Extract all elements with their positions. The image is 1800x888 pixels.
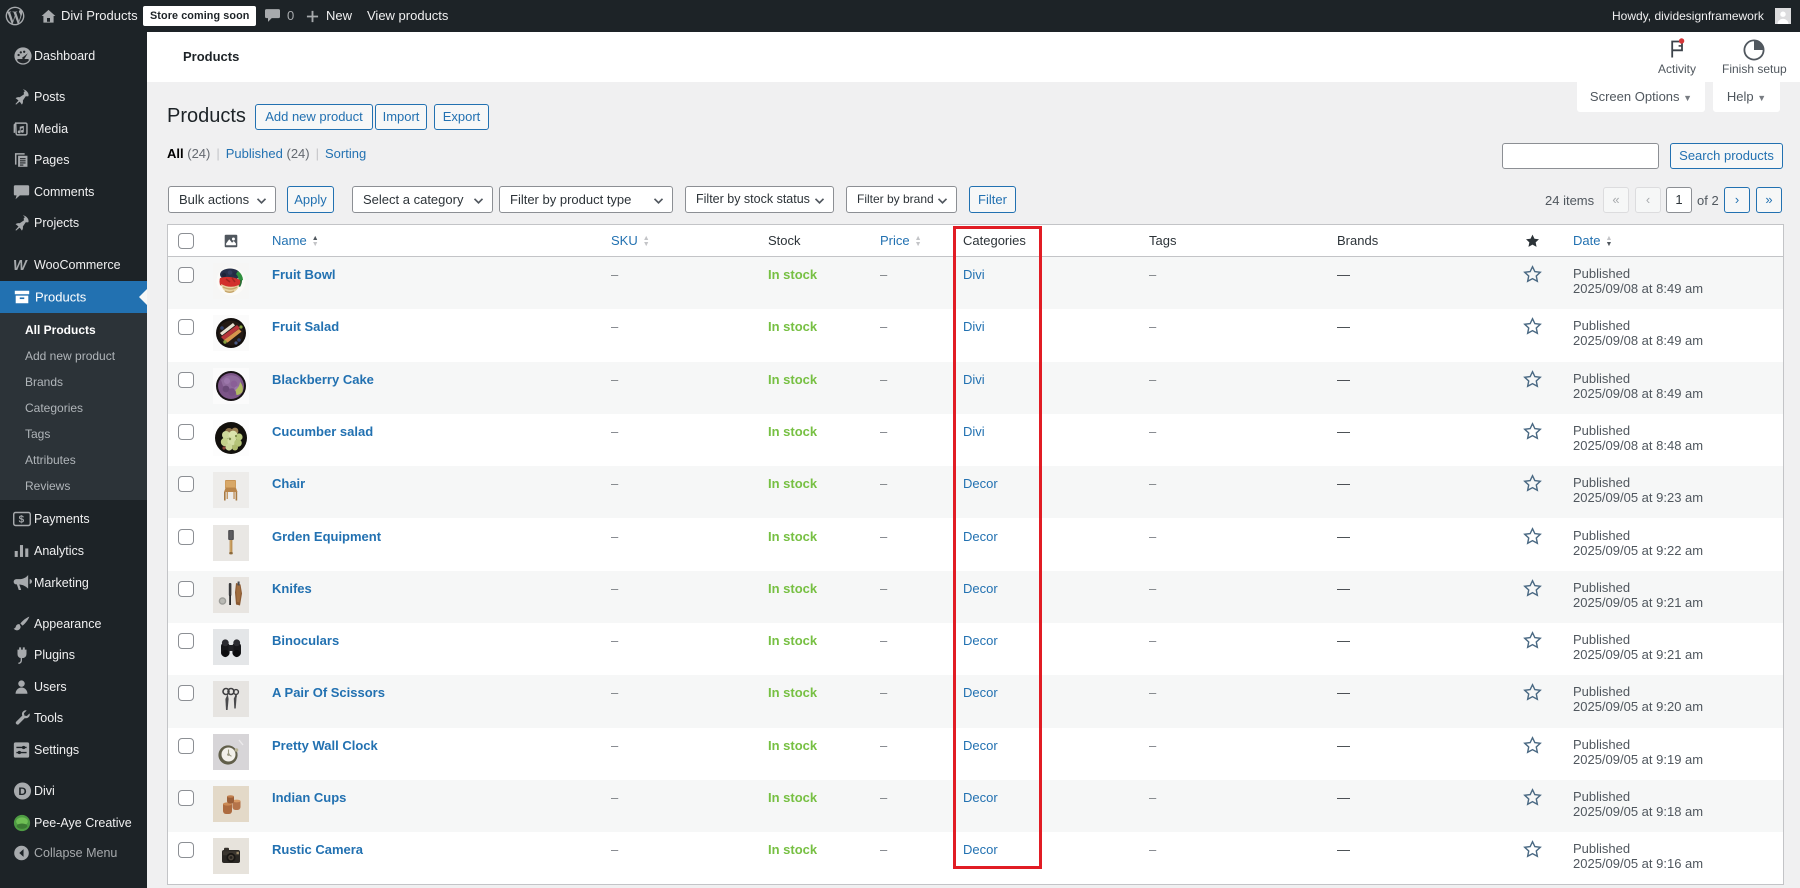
- svg-text:$: $: [19, 515, 25, 526]
- svg-text:D: D: [18, 786, 26, 798]
- svg-text:W: W: [13, 258, 28, 273]
